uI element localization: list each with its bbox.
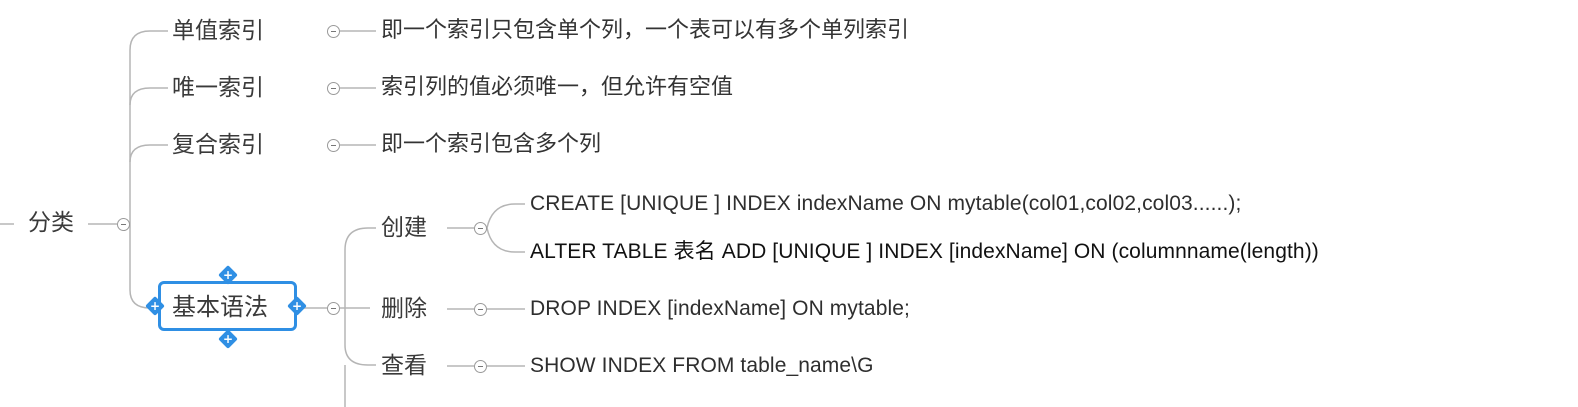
root-label: 分类 — [28, 210, 74, 236]
branch-line-single — [129, 30, 168, 224]
category-collapse-toggle[interactable] — [327, 82, 340, 95]
mind-map-canvas: 分类 单值索引 即一个索引只包含单个列，一个表可以有多个单列索引 唯一索引 索引… — [0, 0, 1578, 407]
create-statement-1[interactable]: CREATE [UNIQUE ] INDEX indexName ON myta… — [530, 189, 1241, 219]
sql-text: DROP INDEX [indexName] ON mytable; — [530, 297, 910, 320]
add-node-handle-right[interactable]: + — [287, 296, 307, 316]
add-node-handle-bottom[interactable]: + — [218, 329, 238, 349]
description-text: 即一个索引包含多个列 — [381, 132, 602, 157]
syntax-child-label: 删除 — [381, 296, 427, 322]
category-collapse-toggle[interactable] — [327, 139, 340, 152]
category-label: 复合索引 — [172, 132, 264, 158]
category-description[interactable]: 即一个索引只包含单个列，一个表可以有多个单列索引 — [381, 16, 909, 46]
view-collapse-toggle[interactable] — [474, 360, 487, 373]
root-node[interactable]: 分类 — [28, 208, 74, 238]
category-node-unique[interactable]: 唯一索引 — [172, 73, 264, 103]
category-description[interactable]: 即一个索引包含多个列 — [381, 130, 601, 160]
add-node-handle-top[interactable]: + — [218, 265, 238, 285]
syntax-child-label: 创建 — [381, 215, 427, 241]
sql-text: ALTER TABLE 表名 ADD [UNIQUE ] INDEX [inde… — [530, 240, 1319, 263]
syntax-to-create — [344, 227, 376, 308]
delete-statement[interactable]: DROP INDEX [indexName] ON mytable; — [530, 294, 910, 324]
category-label: 单值索引 — [172, 18, 264, 44]
branch-line-syntax — [129, 224, 158, 309]
create-statement-2[interactable]: ALTER TABLE 表名 ADD [UNIQUE ] INDEX [inde… — [530, 237, 1319, 267]
syntax-to-view — [344, 308, 376, 366]
view-statement[interactable]: SHOW INDEX FROM table_name\G — [530, 351, 874, 381]
delete-collapse-toggle[interactable] — [474, 303, 487, 316]
create-line-2 — [486, 227, 525, 253]
syntax-child-label: 查看 — [381, 353, 427, 379]
syntax-label: 基本语法 — [172, 293, 268, 321]
category-label: 唯一索引 — [172, 75, 264, 101]
syntax-child-delete[interactable]: 删除 — [381, 294, 427, 324]
add-node-handle-left[interactable]: + — [145, 296, 165, 316]
root-collapse-toggle[interactable] — [117, 218, 130, 231]
description-text: 即一个索引只包含单个列，一个表可以有多个单列索引 — [381, 18, 910, 43]
syntax-child-view[interactable]: 查看 — [381, 351, 427, 381]
category-collapse-toggle[interactable] — [327, 25, 340, 38]
category-node-single[interactable]: 单值索引 — [172, 16, 264, 46]
sql-text: SHOW INDEX FROM table_name\G — [530, 354, 874, 377]
category-description[interactable]: 索引列的值必须唯一，但允许有空值 — [381, 73, 733, 103]
syntax-node-label[interactable]: 基本语法 — [172, 292, 268, 322]
sql-text: CREATE [UNIQUE ] INDEX indexName ON myta… — [530, 192, 1242, 215]
create-collapse-toggle[interactable] — [474, 222, 487, 235]
category-node-composite[interactable]: 复合索引 — [172, 130, 264, 160]
syntax-child-create[interactable]: 创建 — [381, 213, 427, 243]
description-text: 索引列的值必须唯一，但允许有空值 — [381, 75, 734, 100]
syntax-collapse-toggle[interactable] — [327, 302, 340, 315]
branch-line-unique — [129, 87, 168, 106]
create-line-1 — [486, 203, 525, 229]
branch-line-composite — [129, 144, 168, 163]
